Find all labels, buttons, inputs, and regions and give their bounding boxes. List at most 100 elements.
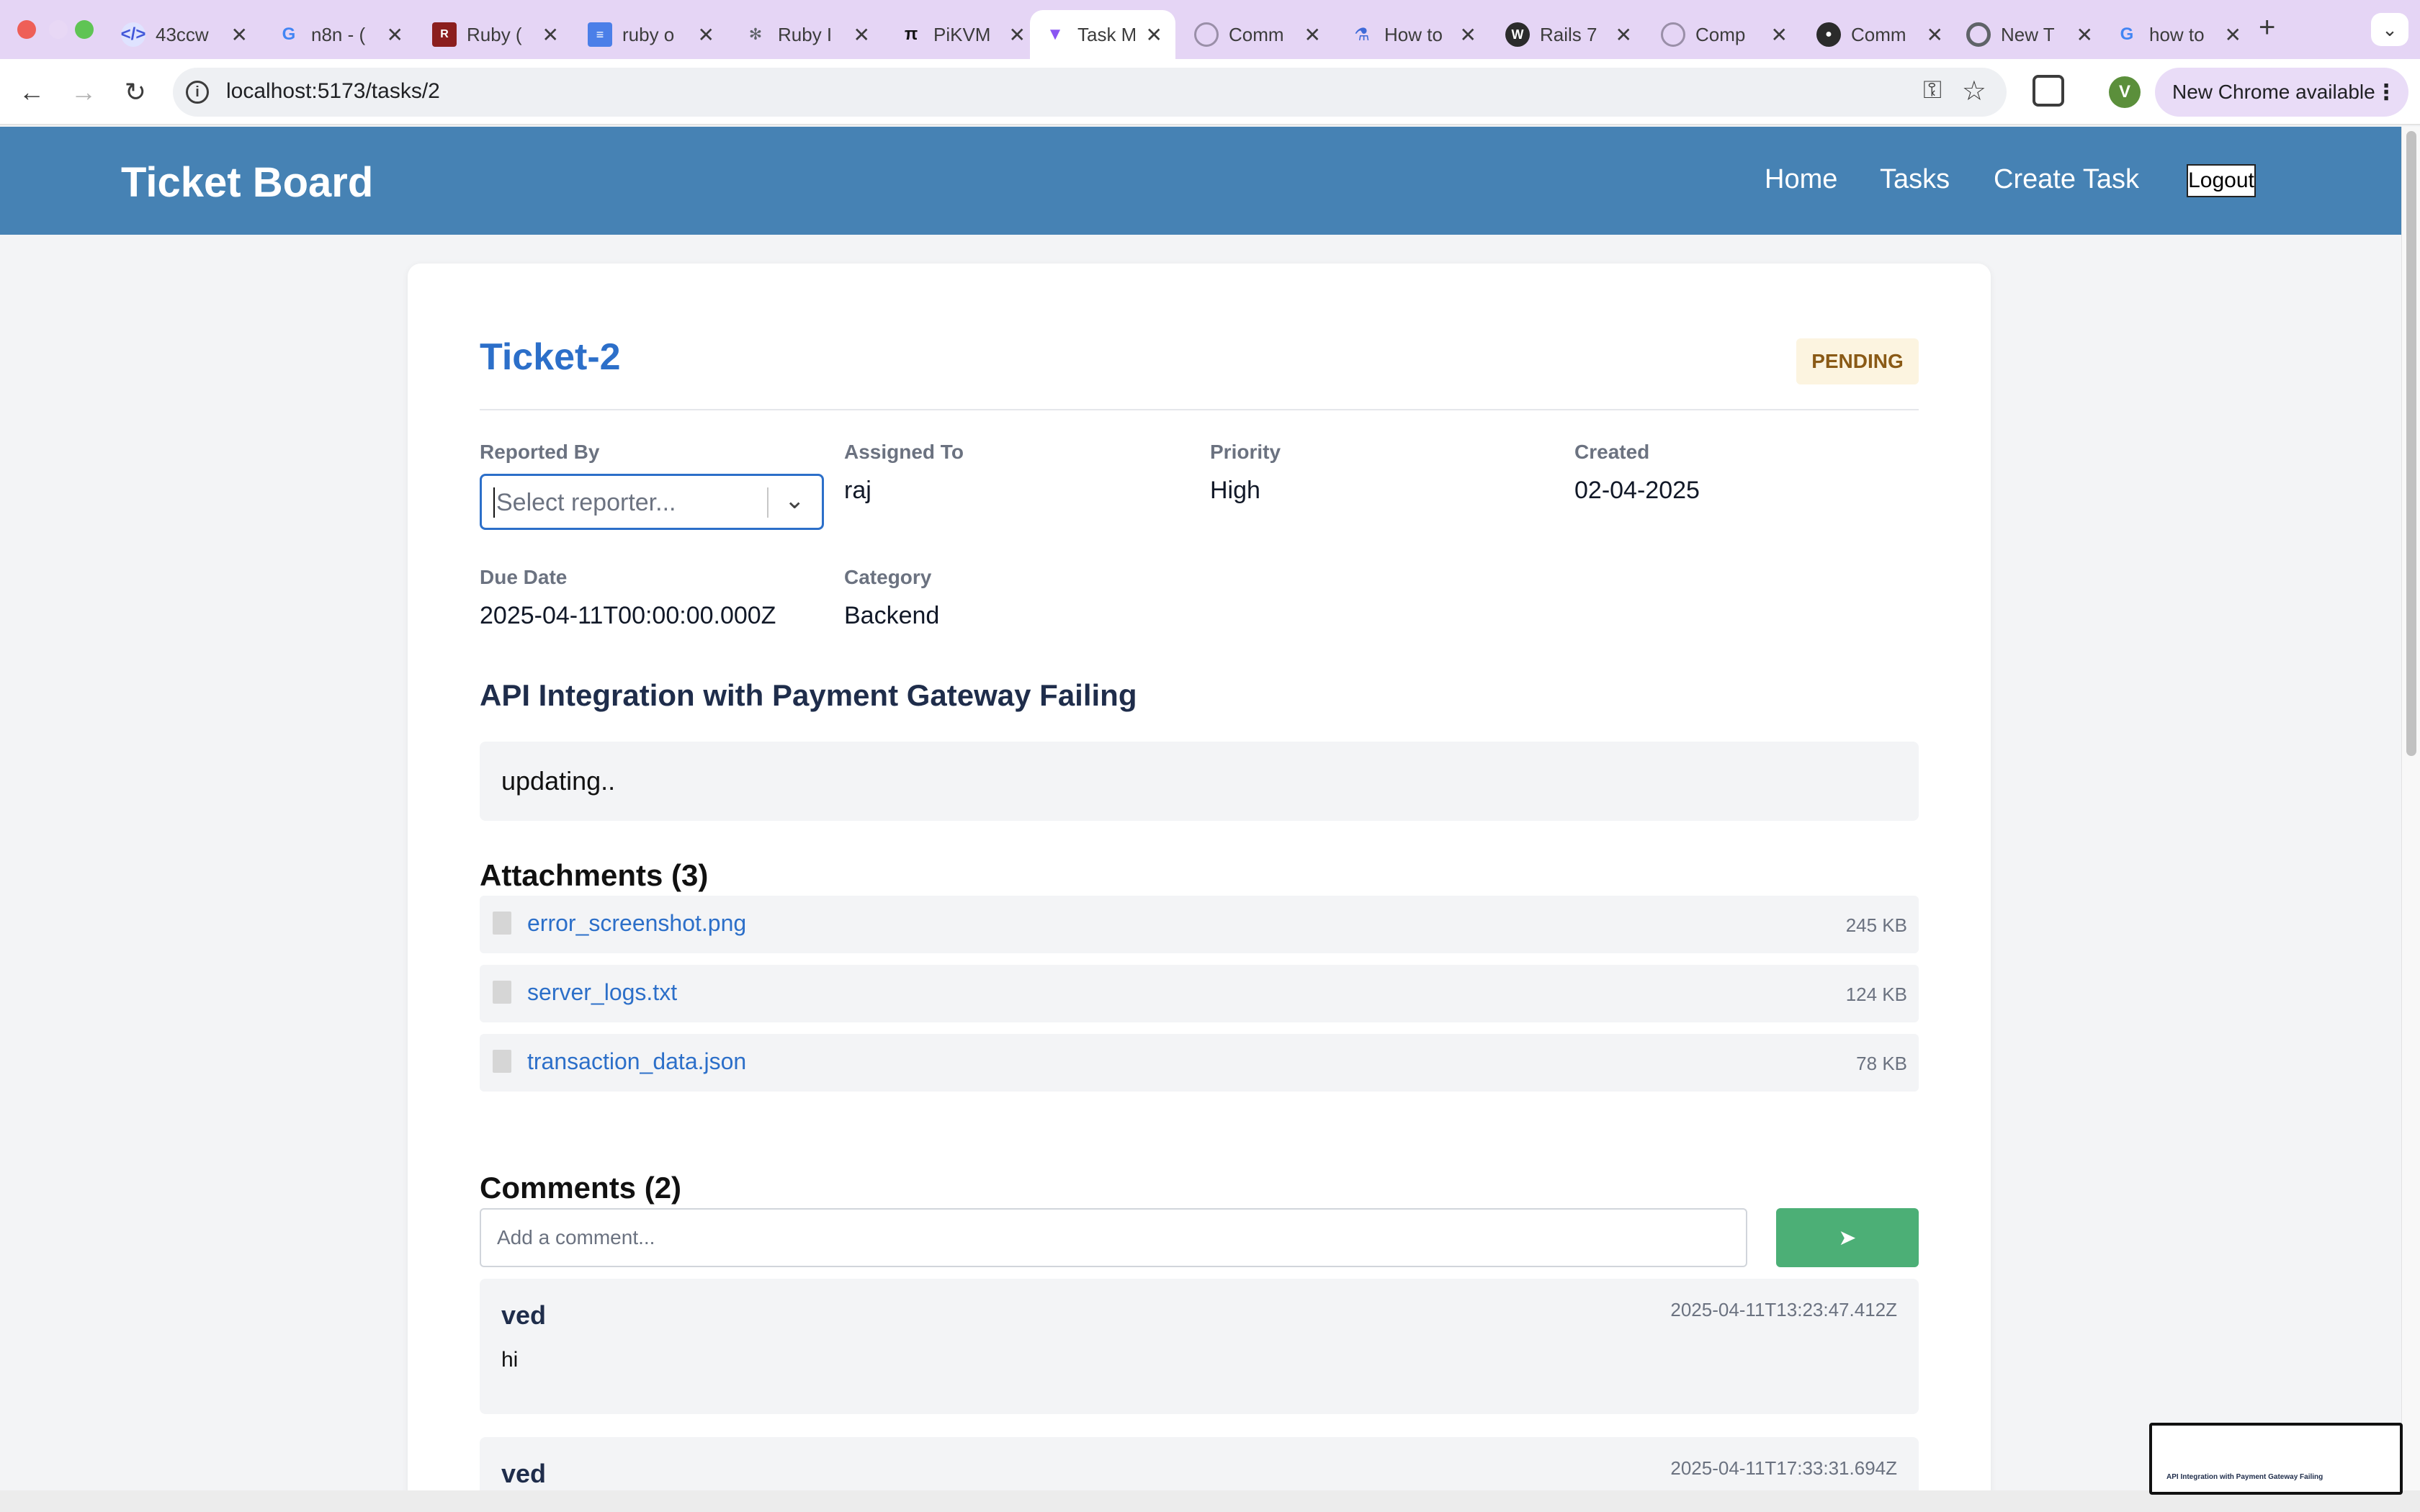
priority-value: High (1210, 477, 1260, 504)
ticket-description: updating.. (480, 742, 1919, 821)
maximize-window-button[interactable] (75, 20, 94, 39)
wordpress-icon: W (1505, 22, 1530, 47)
minimize-window-button[interactable] (49, 20, 68, 39)
comment-input-wrapper (480, 1208, 1747, 1267)
browser-tab[interactable]: Comm ✕ (1181, 10, 1334, 59)
nav-create-task-link[interactable]: Create Task (1994, 164, 2139, 195)
close-icon[interactable]: ✕ (1146, 23, 1162, 47)
browser-tab[interactable]: ✻ Ruby I ✕ (730, 10, 883, 59)
divider (480, 409, 1919, 410)
bookmark-star-icon[interactable]: ☆ (1962, 75, 1986, 107)
browser-tab[interactable]: </> 43ccw ✕ (108, 10, 261, 59)
screenshot-thumbnail-preview[interactable]: API Integration with Payment Gateway Fai… (2149, 1423, 2403, 1495)
brand-title[interactable]: Ticket Board (121, 158, 373, 207)
reload-icon: ↻ (124, 77, 147, 107)
logout-button[interactable]: Logout (2187, 164, 2256, 197)
scrollbar-thumb[interactable] (2406, 131, 2416, 756)
tab-label: Ruby I (778, 23, 833, 45)
circle-icon (1661, 22, 1685, 47)
openai-icon: ✻ (748, 25, 763, 43)
flask-icon: ⚗ (1354, 24, 1370, 45)
pi-icon: π (904, 24, 918, 44)
browser-tab[interactable]: ≡ ruby o ✕ (575, 10, 727, 59)
browser-tab-strip: </> 43ccw ✕ G n8n - ( ✕ R Ruby ( ✕ ≡ rub… (0, 0, 2420, 59)
send-comment-button[interactable]: ➤ (1776, 1208, 1919, 1267)
browser-tab[interactable]: W Rails 7 ✕ (1492, 10, 1645, 59)
code-icon: </> (121, 22, 145, 47)
attachment-link[interactable]: error_screenshot.png (527, 910, 746, 937)
attachment-item: server_logs.txt 124 KB (480, 965, 1919, 1022)
key-icon[interactable]: ⚿ (1923, 76, 1942, 104)
send-icon: ➤ (1838, 1225, 1857, 1250)
close-icon[interactable]: ✕ (1009, 23, 1026, 47)
attachment-item: transaction_data.json 78 KB (480, 1034, 1919, 1092)
page-scrollbar[interactable] (2401, 127, 2420, 1512)
close-icon[interactable]: ✕ (1304, 23, 1321, 47)
close-icon[interactable]: ✕ (2076, 23, 2093, 47)
back-button[interactable]: ← (14, 75, 49, 109)
browser-tab[interactable]: G how to ✕ (2102, 10, 2254, 59)
attachment-link[interactable]: transaction_data.json (527, 1048, 746, 1075)
chevron-down-icon[interactable]: ⌄ (784, 486, 805, 515)
comment-input[interactable] (481, 1210, 1746, 1266)
chrome-update-label: New Chrome available (2172, 81, 2375, 103)
ruby-icon: R (432, 22, 457, 47)
ticket-card: Ticket-2 PENDING Reported By Select repo… (408, 264, 1991, 1512)
tab-label: n8n - ( (311, 23, 366, 45)
forward-button[interactable]: → (66, 75, 101, 109)
browser-tab[interactable]: π PiKVM ✕ (886, 10, 1039, 59)
tab-label: ruby o (622, 23, 675, 45)
nav-home-link[interactable]: Home (1765, 164, 1837, 195)
tab-label: 43ccw (156, 23, 209, 45)
reporter-select-placeholder: Select reporter... (496, 489, 676, 516)
description-text: updating.. (501, 766, 616, 796)
close-icon[interactable]: ✕ (1460, 23, 1476, 47)
new-tab-button[interactable]: + (2259, 12, 2275, 44)
close-window-button[interactable] (17, 20, 36, 39)
tab-label: Task M (1077, 23, 1135, 45)
google-icon: G (2120, 24, 2134, 44)
extensions-icon[interactable] (2033, 75, 2064, 107)
assigned-to-value: raj (844, 477, 871, 504)
more-menu-icon[interactable]: ⋮ (2375, 80, 2397, 105)
browser-tab[interactable]: R Ruby ( ✕ (419, 10, 572, 59)
reporter-select[interactable]: Select reporter... ⌄ (480, 474, 824, 530)
browser-tab[interactable]: ⚗ How to ✕ (1337, 10, 1489, 59)
browser-tab[interactable]: G n8n - ( ✕ (264, 10, 416, 59)
reload-button[interactable]: ↻ (118, 75, 153, 109)
browser-tab[interactable]: Comp ✕ (1648, 10, 1801, 59)
address-bar[interactable]: i localhost:5173/tasks/2 ⚿ ☆ (173, 68, 2007, 117)
profile-avatar[interactable]: V (2109, 76, 2141, 108)
attachment-item: error_screenshot.png 245 KB (480, 896, 1919, 953)
close-icon[interactable]: ✕ (853, 23, 870, 47)
browser-tab[interactable]: New T ✕ (1953, 10, 2106, 59)
close-icon[interactable]: ✕ (1615, 23, 1632, 47)
close-icon[interactable]: ✕ (542, 23, 559, 47)
close-icon[interactable]: ✕ (387, 23, 403, 47)
chrome-update-button[interactable]: New Chrome available ⋮ (2155, 68, 2408, 117)
browser-tab-active[interactable]: ▼ Task M ✕ (1030, 10, 1175, 59)
status-badge: PENDING (1796, 338, 1919, 384)
close-icon[interactable]: ✕ (231, 23, 248, 47)
url-text[interactable]: localhost:5173/tasks/2 (226, 79, 440, 104)
tab-label: How to (1384, 23, 1442, 45)
tab-search-button[interactable]: ⌄ (2371, 13, 2408, 46)
close-icon[interactable]: ✕ (2225, 23, 2241, 47)
attachment-size: 124 KB (1845, 984, 1907, 1005)
close-icon[interactable]: ✕ (698, 23, 714, 47)
created-value: 02-04-2025 (1574, 477, 1700, 504)
close-icon[interactable]: ✕ (1771, 23, 1788, 47)
close-icon[interactable]: ✕ (1927, 23, 1943, 47)
chrome-icon (1966, 22, 1991, 47)
thumbnail-subject: API Integration with Payment Gateway Fai… (2166, 1473, 2323, 1481)
nav-tasks-link[interactable]: Tasks (1880, 164, 1950, 195)
attachment-size: 245 KB (1845, 914, 1907, 936)
tab-label: how to (2149, 23, 2205, 45)
category-label: Category (844, 566, 932, 588)
circle-icon (1194, 22, 1219, 47)
browser-tab[interactable]: ● Comm ✕ (1803, 10, 1956, 59)
chevron-down-icon: ⌄ (2382, 18, 2398, 40)
attachment-link[interactable]: server_logs.txt (527, 979, 677, 1006)
site-info-icon[interactable]: i (186, 81, 209, 104)
due-date-value: 2025-04-11T00:00:00.000Z (480, 602, 776, 629)
